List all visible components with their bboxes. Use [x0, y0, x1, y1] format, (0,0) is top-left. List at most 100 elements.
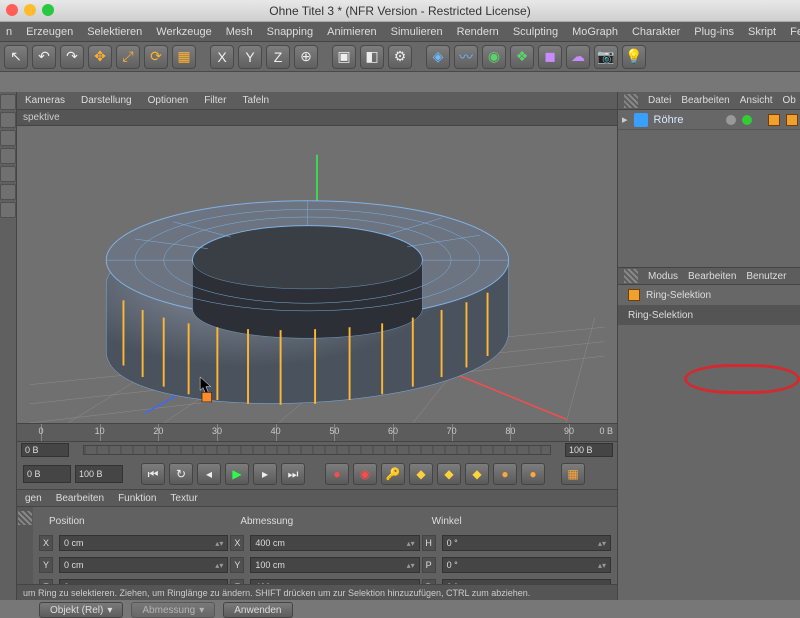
deformer-icon[interactable]: ◼ [538, 45, 562, 69]
autokey-icon[interactable]: ◉ [353, 463, 377, 485]
cursor-tool-icon[interactable]: ↖ [4, 45, 28, 69]
zoom-icon[interactable] [42, 4, 54, 16]
pos-x-field[interactable]: 0 cm▴▾ [59, 535, 228, 551]
attr-menu-item[interactable]: Benutzer [746, 271, 786, 282]
camera-icon[interactable]: 📷 [594, 45, 618, 69]
menu-item[interactable]: Erzeugen [26, 26, 73, 38]
vp-menu-item[interactable]: Kameras [25, 95, 65, 106]
render-region-icon[interactable]: ◧ [360, 45, 384, 69]
menu-item[interactable]: Sculpting [513, 26, 558, 38]
menu-item[interactable]: Werkzeuge [156, 26, 211, 38]
layer-dot-icon[interactable] [726, 115, 736, 125]
key-pla-icon[interactable]: ● [521, 463, 545, 485]
light-icon[interactable]: 💡 [622, 45, 646, 69]
tag-row[interactable]: Ring-Selektion [618, 285, 800, 305]
environment-icon[interactable]: ☁ [566, 45, 590, 69]
vp-menu-item[interactable]: Optionen [148, 95, 189, 106]
prev-frame-icon[interactable]: ◂ [197, 463, 221, 485]
z-lock-icon[interactable]: Z [266, 45, 290, 69]
key-rot-icon[interactable]: ◆ [437, 463, 461, 485]
menu-item[interactable]: Plug-ins [694, 26, 734, 38]
layout-icon[interactable]: ▦ [561, 463, 585, 485]
menu-item[interactable]: Animieren [327, 26, 377, 38]
render-view-icon[interactable]: ▣ [332, 45, 356, 69]
key-param-icon[interactable]: ● [493, 463, 517, 485]
mode-button[interactable] [0, 112, 16, 128]
attr-menu-item[interactable]: Modus [648, 271, 678, 282]
tag-row-selected[interactable]: Ring-Selektion [618, 305, 800, 325]
vp-menu-item[interactable]: Filter [204, 95, 226, 106]
goto-end-icon[interactable]: ⏭ [281, 463, 305, 485]
primitive-cube-icon[interactable]: ◈ [426, 45, 450, 69]
key-icon[interactable]: 🔑 [381, 463, 405, 485]
close-icon[interactable] [6, 4, 18, 16]
generator-icon[interactable]: ◉ [482, 45, 506, 69]
scale-tool-icon[interactable]: ⤢ [116, 45, 140, 69]
key-pos-icon[interactable]: ◆ [409, 463, 433, 485]
render-settings-icon[interactable]: ⚙ [388, 45, 412, 69]
rotate-tool-icon[interactable]: ⟳ [144, 45, 168, 69]
play-icon[interactable]: ▶ [225, 463, 249, 485]
obj-menu-item[interactable]: Ob [783, 95, 796, 106]
undo-icon[interactable]: ↶ [32, 45, 56, 69]
3d-viewport[interactable] [17, 126, 617, 423]
vp-menu-item[interactable]: Tafeln [242, 95, 269, 106]
move-tool-icon[interactable]: ✥ [88, 45, 112, 69]
loop-icon[interactable]: ↻ [169, 463, 193, 485]
window-controls[interactable] [6, 4, 54, 16]
range-end-field[interactable] [75, 465, 123, 483]
pos-y-field[interactable]: 0 cm▴▾ [59, 557, 228, 573]
menu-item[interactable]: Simulieren [391, 26, 443, 38]
menu-item[interactable]: n [6, 26, 12, 38]
dimension-mode-button[interactable]: Abmessung ▾ [131, 602, 215, 618]
next-frame-icon[interactable]: ▸ [253, 463, 277, 485]
object-name[interactable]: Röhre [654, 114, 684, 126]
menu-item[interactable]: Selektieren [87, 26, 142, 38]
menu-item[interactable]: Fenster [790, 26, 800, 38]
menu-item[interactable]: MoGraph [572, 26, 618, 38]
apply-button[interactable]: Anwenden [223, 602, 292, 618]
bottom-menu-item[interactable]: Funktion [118, 493, 156, 504]
obj-menu-item[interactable]: Datei [648, 95, 671, 106]
menu-item[interactable]: Rendern [457, 26, 499, 38]
dim-x-field[interactable]: 400 cm▴▾ [250, 535, 419, 551]
redo-icon[interactable]: ↷ [60, 45, 84, 69]
menu-item[interactable]: Mesh [226, 26, 253, 38]
panel-grip-icon[interactable] [624, 269, 638, 283]
panel-grip-icon[interactable] [624, 94, 638, 108]
object-row[interactable]: ▸ Röhre [618, 110, 800, 130]
y-lock-icon[interactable]: Y [238, 45, 262, 69]
vp-menu-item[interactable]: Darstellung [81, 95, 132, 106]
selection-tag-icon[interactable] [768, 114, 780, 126]
bottom-menu-item[interactable]: Textur [170, 493, 197, 504]
ang-h-field[interactable]: 0 °▴▾ [442, 535, 611, 551]
mode-button[interactable] [0, 166, 16, 182]
x-lock-icon[interactable]: X [210, 45, 234, 69]
mode-button[interactable] [0, 184, 16, 200]
object-mode-button[interactable]: Objekt (Rel) ▾ [39, 602, 123, 618]
mode-button[interactable] [0, 130, 16, 146]
visibility-dot-icon[interactable] [742, 115, 752, 125]
key-scale-icon[interactable]: ◆ [465, 463, 489, 485]
menu-item[interactable]: Snapping [267, 26, 314, 38]
bottom-menu-item[interactable]: gen [25, 493, 42, 504]
dim-y-field[interactable]: 100 cm▴▾ [250, 557, 419, 573]
ang-p-field[interactable]: 0 °▴▾ [442, 557, 611, 573]
spline-icon[interactable]: 〰 [454, 45, 478, 69]
menu-item[interactable]: Charakter [632, 26, 680, 38]
frame-start-field[interactable] [21, 443, 69, 457]
panel-grip-icon[interactable] [18, 511, 32, 525]
timeline-track[interactable] [83, 445, 551, 455]
mode-button[interactable] [0, 148, 16, 164]
bottom-menu-item[interactable]: Bearbeiten [56, 493, 104, 504]
selection-tag-icon[interactable] [786, 114, 798, 126]
array-icon[interactable]: ❖ [510, 45, 534, 69]
world-axis-icon[interactable]: ⊕ [294, 45, 318, 69]
obj-menu-item[interactable]: Ansicht [740, 95, 773, 106]
menu-item[interactable]: Skript [748, 26, 776, 38]
mode-button[interactable] [0, 202, 16, 218]
frame-end-field[interactable] [565, 443, 613, 457]
minimize-icon[interactable] [24, 4, 36, 16]
range-start-field[interactable] [23, 465, 71, 483]
attr-menu-item[interactable]: Bearbeiten [688, 271, 736, 282]
